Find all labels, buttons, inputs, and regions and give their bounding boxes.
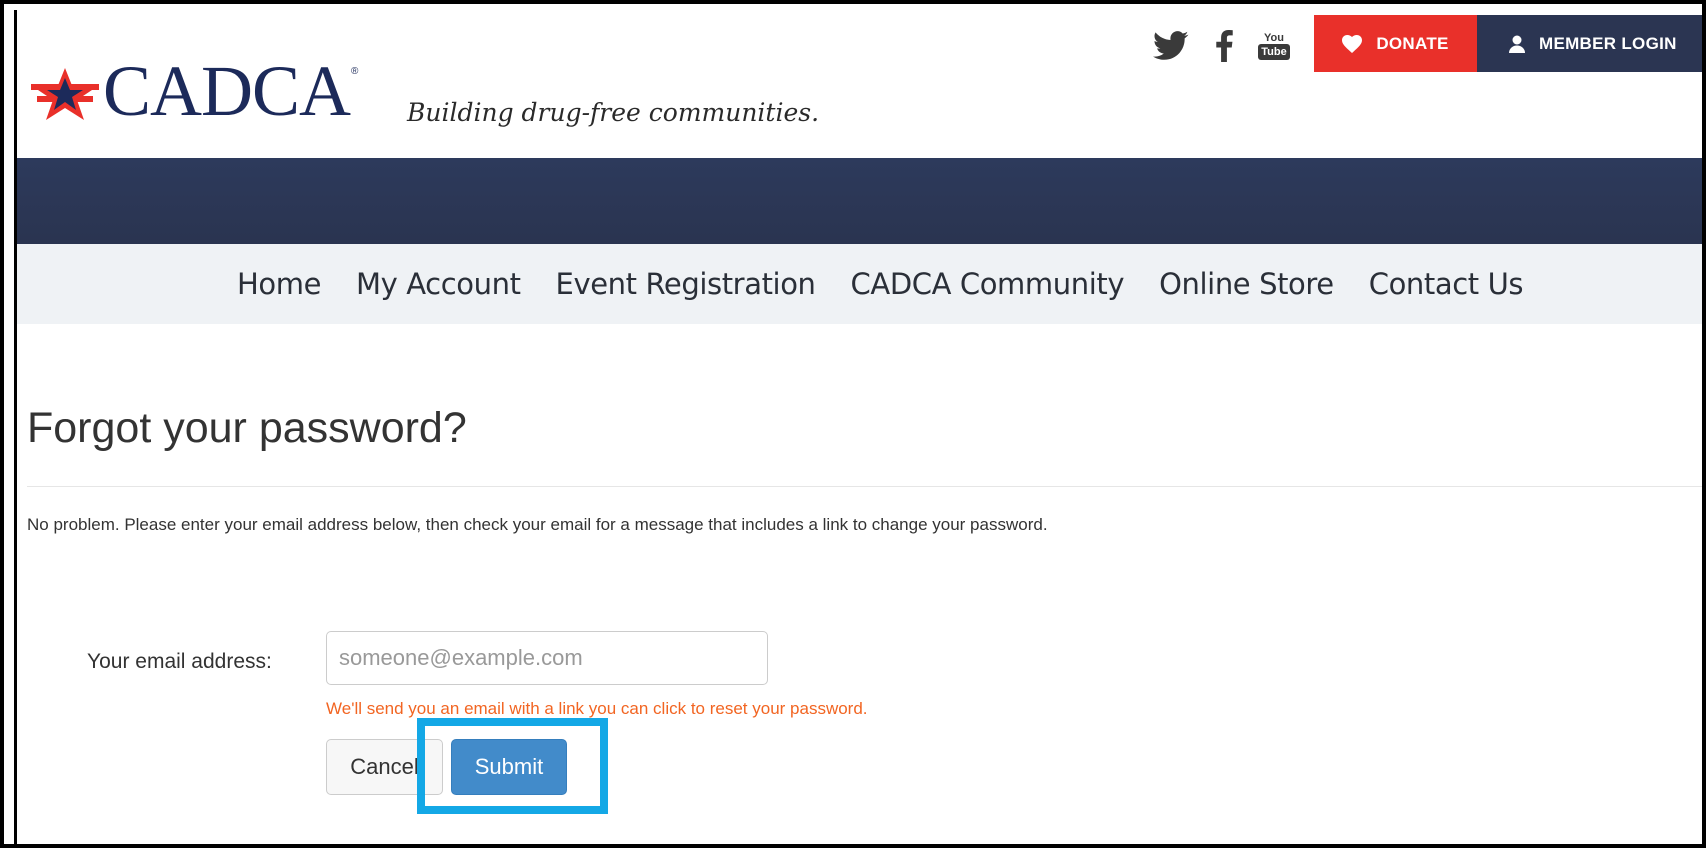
donate-label: DONATE	[1376, 33, 1449, 53]
nav-item-online-store[interactable]: Online Store	[1159, 267, 1334, 301]
main-nav: Home My Account Event Registration CADCA…	[17, 244, 1702, 324]
youtube-icon[interactable]: You Tube	[1257, 26, 1291, 66]
twitter-icon[interactable]	[1151, 26, 1191, 66]
nav-item-event-registration[interactable]: Event Registration	[556, 267, 816, 301]
youtube-icon-text-top: You	[1264, 32, 1284, 44]
heart-icon	[1342, 34, 1363, 53]
page: CADCA ® Building drug-free communities. …	[14, 10, 1702, 844]
cadca-logo[interactable]: CADCA ®	[29, 51, 359, 131]
submit-button[interactable]: Submit	[451, 739, 567, 795]
member-login-button[interactable]: MEMBER LOGIN	[1477, 15, 1702, 72]
youtube-icon-text-bottom: Tube	[1258, 44, 1290, 60]
nav-items: Home My Account Event Registration CADCA…	[237, 244, 1558, 324]
email-label: Your email address:	[87, 650, 272, 673]
nav-item-cadca-community[interactable]: CADCA Community	[851, 267, 1125, 301]
user-icon	[1509, 35, 1525, 53]
member-login-label: MEMBER LOGIN	[1539, 33, 1677, 53]
email-field[interactable]	[326, 631, 768, 685]
registered-mark: ®	[351, 66, 359, 77]
tagline: Building drug-free communities.	[407, 98, 820, 127]
nav-item-my-account[interactable]: My Account	[356, 267, 521, 301]
header-band	[17, 158, 1702, 244]
screenshot-frame: CADCA ® Building drug-free communities. …	[0, 0, 1706, 848]
facebook-icon[interactable]	[1211, 26, 1237, 66]
page-title: Forgot your password?	[27, 404, 467, 452]
donate-button[interactable]: DONATE	[1314, 15, 1477, 72]
nav-item-contact-us[interactable]: Contact Us	[1369, 267, 1524, 301]
logo-text: CADCA	[103, 51, 351, 131]
nav-item-home[interactable]: Home	[237, 267, 321, 301]
email-hint: We'll send you an email with a link you …	[326, 699, 868, 718]
intro-text: No problem. Please enter your email addr…	[27, 515, 1048, 534]
cancel-button[interactable]: Cancel	[326, 739, 443, 795]
star-logo-icon	[31, 68, 99, 120]
title-divider	[27, 486, 1702, 487]
